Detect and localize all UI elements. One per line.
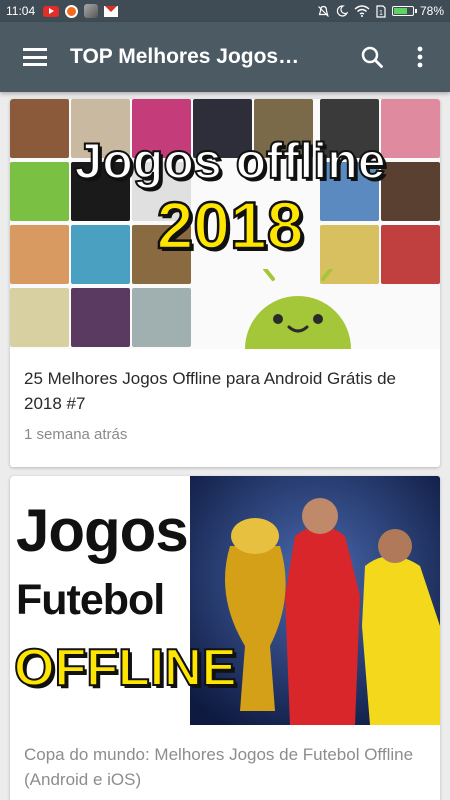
gmail-icon [104,5,119,17]
battery-percent: 78% [419,4,444,18]
app-title: TOP Melhores Jogos… [70,45,300,68]
menu-button[interactable] [0,22,70,92]
app-bar: TOP Melhores Jogos… [0,22,450,92]
game-tile [71,288,130,347]
svg-text:1: 1 [379,10,383,17]
video-title[interactable]: Copa do mundo: Melhores Jogos de Futebol… [10,725,440,792]
game-tile [10,225,69,284]
moon-icon [336,5,348,17]
more-vert-icon [417,46,423,68]
video-thumbnail[interactable]: Jogos offline 2018 [10,99,440,349]
status-time: 11:04 [6,4,36,18]
more-options-button[interactable] [400,29,440,85]
video-card[interactable]: Jogos Futebol OFFLINE Copa do mundo: Mel… [10,476,440,800]
sim-icon: 1 [376,4,386,18]
android-robot-icon [245,269,351,349]
video-thumbnail[interactable]: Jogos Futebol OFFLINE [10,476,440,725]
game-tile [10,288,69,347]
game-tile [132,288,191,347]
youtube-icon [43,5,60,17]
search-icon [361,46,383,68]
search-button[interactable] [344,29,400,85]
thumbnail-tag: OFFLINE [13,638,237,698]
video-card[interactable]: Jogos offline 2018 25 Melhores Jogos Off… [10,99,440,467]
thumbnail-year: 2018 [155,187,304,264]
game-tile [381,225,440,284]
thumbnail-headline: Jogos [16,497,189,564]
mute-icon [318,5,329,17]
thumbnail-subheadline: Futebol [16,576,165,624]
thumbnail-headline: Jogos offline [73,132,386,190]
app-icon [84,4,99,18]
app-ring-icon [65,4,79,18]
status-bar: 11:04 1 78% [0,0,450,22]
wifi-icon [354,5,370,17]
video-timestamp: 1 semana atrás [24,426,128,443]
hamburger-menu-icon [23,48,47,66]
battery-icon [391,6,417,16]
video-title[interactable]: 25 Melhores Jogos Offline para Android G… [10,349,440,416]
